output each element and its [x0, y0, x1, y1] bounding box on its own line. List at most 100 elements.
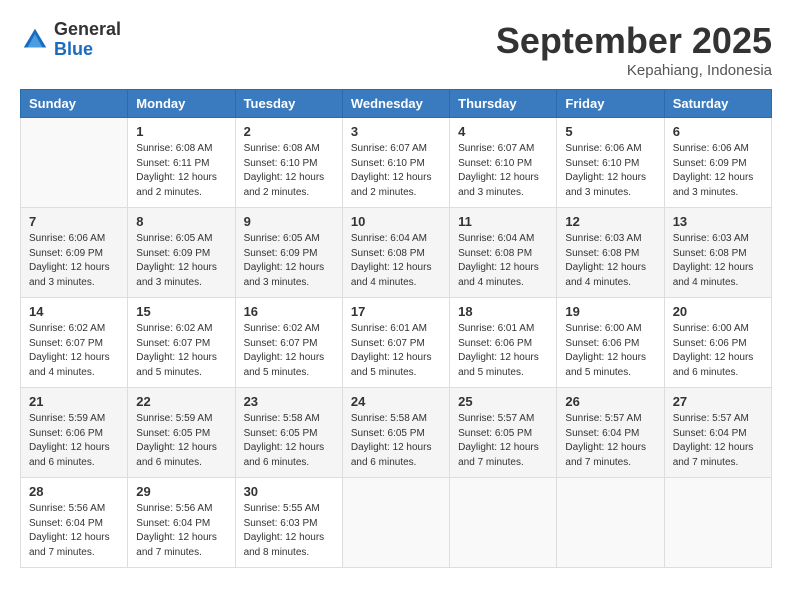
day-info: Sunrise: 6:01 AM Sunset: 6:06 PM Dayligh… [458, 322, 548, 380]
day-info: Sunrise: 6:02 AM Sunset: 6:07 PM Dayligh… [29, 322, 119, 380]
calendar-day: 27 Sunrise: 5:57 AM Sunset: 6:04 PM Dayli… [664, 388, 771, 478]
logo-icon [20, 25, 50, 55]
day-info: Sunrise: 6:02 AM Sunset: 6:07 PM Dayligh… [244, 322, 334, 380]
day-info: Sunrise: 6:06 AM Sunset: 6:10 PM Dayligh… [565, 142, 655, 200]
day-number: 17 [351, 304, 441, 319]
calendar-day [450, 478, 557, 568]
day-number: 21 [29, 394, 119, 409]
weekday-header-tuesday: Tuesday [235, 90, 342, 118]
day-number: 2 [244, 124, 334, 139]
day-info: Sunrise: 6:07 AM Sunset: 6:10 PM Dayligh… [351, 142, 441, 200]
day-number: 3 [351, 124, 441, 139]
weekday-header-friday: Friday [557, 90, 664, 118]
day-info: Sunrise: 5:59 AM Sunset: 6:06 PM Dayligh… [29, 412, 119, 470]
page-header: General Blue September 2025 Kepahiang, I… [20, 20, 772, 79]
day-info: Sunrise: 6:00 AM Sunset: 6:06 PM Dayligh… [673, 322, 763, 380]
calendar-day: 28 Sunrise: 5:56 AM Sunset: 6:04 PM Dayli… [21, 478, 128, 568]
day-number: 4 [458, 124, 548, 139]
day-number: 8 [136, 214, 226, 229]
calendar-day: 3 Sunrise: 6:07 AM Sunset: 6:10 PM Daylig… [342, 118, 449, 208]
calendar-day: 26 Sunrise: 5:57 AM Sunset: 6:04 PM Dayli… [557, 388, 664, 478]
day-number: 26 [565, 394, 655, 409]
day-number: 30 [244, 484, 334, 499]
weekday-header-wednesday: Wednesday [342, 90, 449, 118]
calendar-day [21, 118, 128, 208]
day-info: Sunrise: 5:55 AM Sunset: 6:03 PM Dayligh… [244, 502, 334, 560]
day-number: 11 [458, 214, 548, 229]
day-number: 16 [244, 304, 334, 319]
day-number: 22 [136, 394, 226, 409]
calendar-day: 5 Sunrise: 6:06 AM Sunset: 6:10 PM Daylig… [557, 118, 664, 208]
day-info: Sunrise: 5:57 AM Sunset: 6:04 PM Dayligh… [673, 412, 763, 470]
day-number: 10 [351, 214, 441, 229]
day-number: 27 [673, 394, 763, 409]
calendar-day: 7 Sunrise: 6:06 AM Sunset: 6:09 PM Daylig… [21, 208, 128, 298]
day-number: 20 [673, 304, 763, 319]
weekday-header-monday: Monday [128, 90, 235, 118]
calendar-day: 17 Sunrise: 6:01 AM Sunset: 6:07 PM Dayli… [342, 298, 449, 388]
day-info: Sunrise: 6:00 AM Sunset: 6:06 PM Dayligh… [565, 322, 655, 380]
calendar-day: 15 Sunrise: 6:02 AM Sunset: 6:07 PM Dayli… [128, 298, 235, 388]
calendar-day [557, 478, 664, 568]
day-info: Sunrise: 6:04 AM Sunset: 6:08 PM Dayligh… [458, 232, 548, 290]
calendar-day: 13 Sunrise: 6:03 AM Sunset: 6:08 PM Dayli… [664, 208, 771, 298]
day-info: Sunrise: 6:05 AM Sunset: 6:09 PM Dayligh… [136, 232, 226, 290]
day-info: Sunrise: 5:56 AM Sunset: 6:04 PM Dayligh… [29, 502, 119, 560]
day-number: 29 [136, 484, 226, 499]
day-info: Sunrise: 5:57 AM Sunset: 6:05 PM Dayligh… [458, 412, 548, 470]
day-info: Sunrise: 6:06 AM Sunset: 6:09 PM Dayligh… [673, 142, 763, 200]
calendar-day: 11 Sunrise: 6:04 AM Sunset: 6:08 PM Dayli… [450, 208, 557, 298]
calendar-day: 9Sunrise: 6:05 AM Sunset: 6:09 PM Daylig… [235, 208, 342, 298]
logo: General Blue [20, 20, 121, 60]
day-number: 5 [565, 124, 655, 139]
location: Kepahiang, Indonesia [496, 62, 772, 79]
day-info: Sunrise: 6:03 AM Sunset: 6:08 PM Dayligh… [565, 232, 655, 290]
calendar-day: 14 Sunrise: 6:02 AM Sunset: 6:07 PM Dayli… [21, 298, 128, 388]
day-number: 28 [29, 484, 119, 499]
calendar-day: 4 Sunrise: 6:07 AM Sunset: 6:10 PM Daylig… [450, 118, 557, 208]
weekday-header-row: SundayMondayTuesdayWednesdayThursdayFrid… [21, 90, 772, 118]
calendar-week-row: 14 Sunrise: 6:02 AM Sunset: 6:07 PM Dayli… [21, 298, 772, 388]
calendar-day [664, 478, 771, 568]
calendar-week-row: 28 Sunrise: 5:56 AM Sunset: 6:04 PM Dayli… [21, 478, 772, 568]
weekday-header-thursday: Thursday [450, 90, 557, 118]
calendar-day: 23 Sunrise: 5:58 AM Sunset: 6:05 PM Dayli… [235, 388, 342, 478]
day-info: Sunrise: 6:02 AM Sunset: 6:07 PM Dayligh… [136, 322, 226, 380]
day-info: Sunrise: 6:08 AM Sunset: 6:10 PM Dayligh… [244, 142, 334, 200]
day-number: 24 [351, 394, 441, 409]
day-number: 23 [244, 394, 334, 409]
day-number: 25 [458, 394, 548, 409]
day-info: Sunrise: 6:06 AM Sunset: 6:09 PM Dayligh… [29, 232, 119, 290]
calendar-day: 20 Sunrise: 6:00 AM Sunset: 6:06 PM Dayli… [664, 298, 771, 388]
day-info: Sunrise: 6:04 AM Sunset: 6:08 PM Dayligh… [351, 232, 441, 290]
day-number: 1 [136, 124, 226, 139]
day-info: Sunrise: 6:08 AM Sunset: 6:11 PM Dayligh… [136, 142, 226, 200]
calendar-day: 19Sunrise: 6:00 AM Sunset: 6:06 PM Dayli… [557, 298, 664, 388]
calendar-day: 25 Sunrise: 5:57 AM Sunset: 6:05 PM Dayli… [450, 388, 557, 478]
day-number: 18 [458, 304, 548, 319]
day-number: 13 [673, 214, 763, 229]
calendar-day: 21 Sunrise: 5:59 AM Sunset: 6:06 PM Dayli… [21, 388, 128, 478]
calendar-day: 24 Sunrise: 5:58 AM Sunset: 6:05 PM Dayli… [342, 388, 449, 478]
calendar-day: 6 Sunrise: 6:06 AM Sunset: 6:09 PM Daylig… [664, 118, 771, 208]
calendar-week-row: 7 Sunrise: 6:06 AM Sunset: 6:09 PM Daylig… [21, 208, 772, 298]
day-info: Sunrise: 5:57 AM Sunset: 6:04 PM Dayligh… [565, 412, 655, 470]
calendar-day: 29 Sunrise: 5:56 AM Sunset: 6:04 PM Dayli… [128, 478, 235, 568]
day-info: Sunrise: 5:56 AM Sunset: 6:04 PM Dayligh… [136, 502, 226, 560]
day-info: Sunrise: 6:03 AM Sunset: 6:08 PM Dayligh… [673, 232, 763, 290]
day-number: 6 [673, 124, 763, 139]
day-info: Sunrise: 6:07 AM Sunset: 6:10 PM Dayligh… [458, 142, 548, 200]
day-info: Sunrise: 6:01 AM Sunset: 6:07 PM Dayligh… [351, 322, 441, 380]
calendar-day: 12Sunrise: 6:03 AM Sunset: 6:08 PM Dayli… [557, 208, 664, 298]
calendar-day: 18 Sunrise: 6:01 AM Sunset: 6:06 PM Dayli… [450, 298, 557, 388]
month-title: September 2025 [496, 20, 772, 62]
day-info: Sunrise: 5:58 AM Sunset: 6:05 PM Dayligh… [244, 412, 334, 470]
day-number: 15 [136, 304, 226, 319]
day-info: Sunrise: 5:59 AM Sunset: 6:05 PM Dayligh… [136, 412, 226, 470]
day-number: 14 [29, 304, 119, 319]
day-info: Sunrise: 5:58 AM Sunset: 6:05 PM Dayligh… [351, 412, 441, 470]
calendar-week-row: 21 Sunrise: 5:59 AM Sunset: 6:06 PM Dayli… [21, 388, 772, 478]
day-number: 7 [29, 214, 119, 229]
calendar-day [342, 478, 449, 568]
title-block: September 2025 Kepahiang, Indonesia [496, 20, 772, 79]
